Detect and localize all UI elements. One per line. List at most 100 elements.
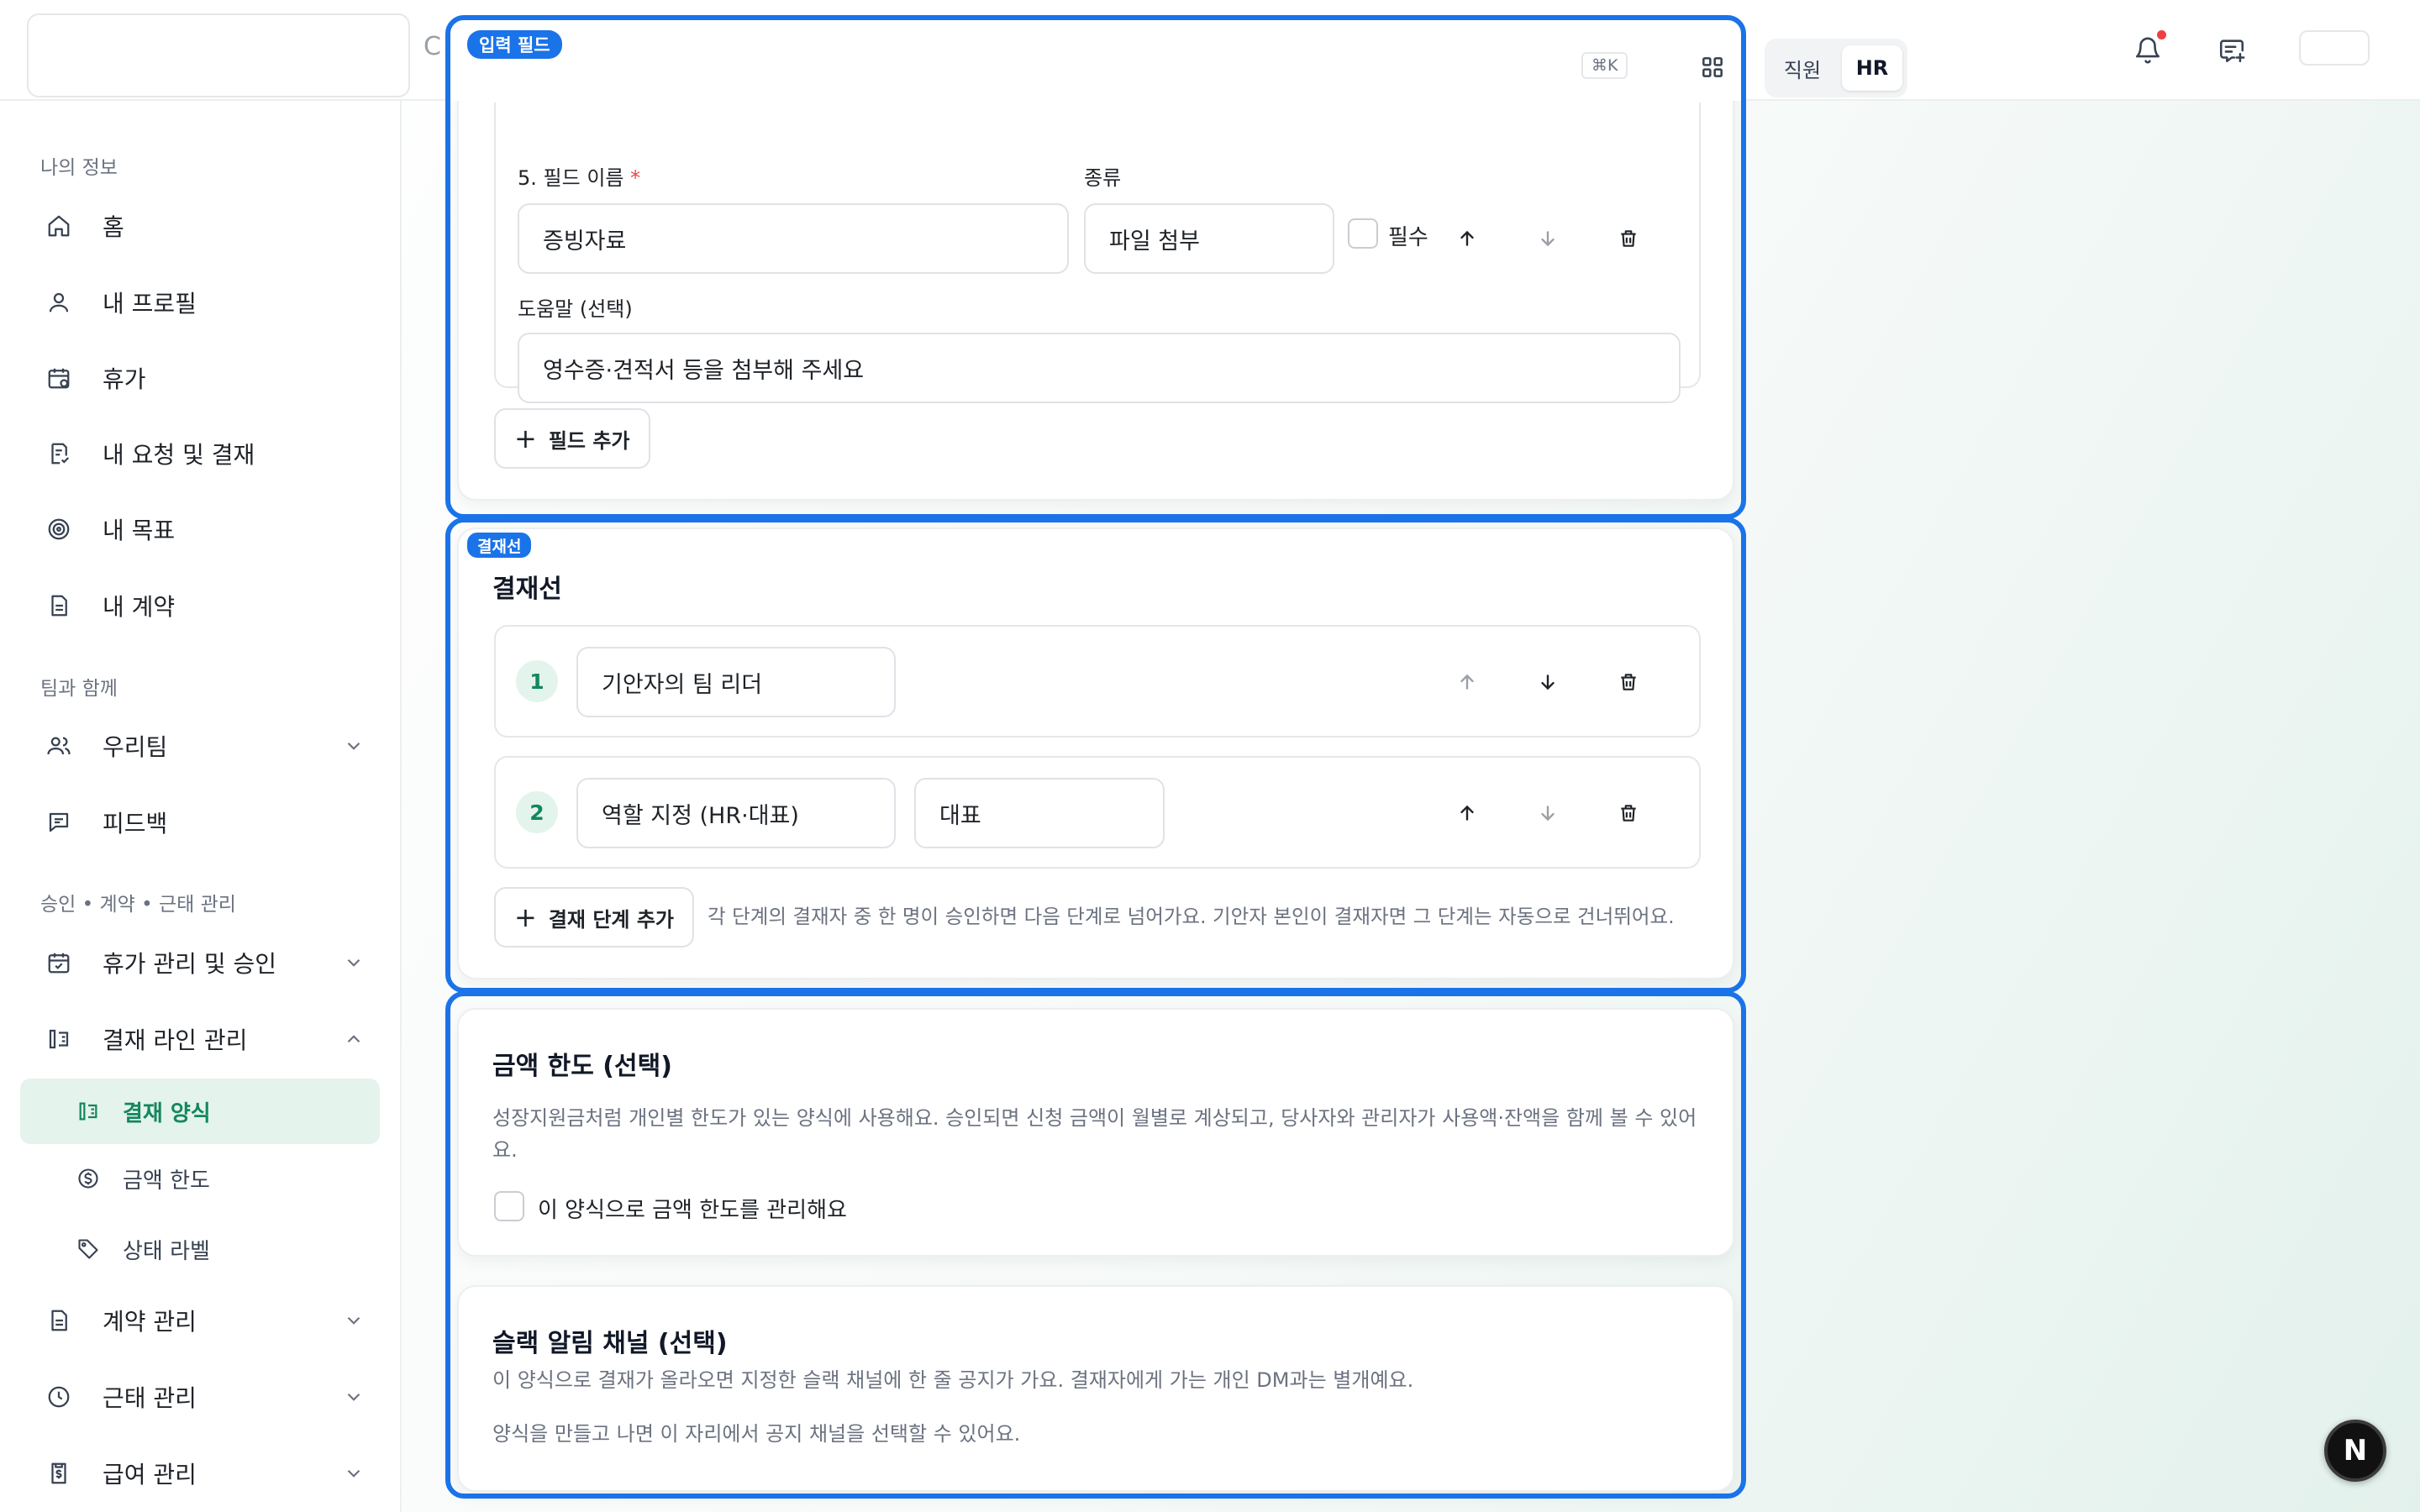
sidebar-item-label: 상태 라벨 xyxy=(123,1238,210,1264)
grid-icon xyxy=(1702,57,1723,77)
delete-step-button[interactable] xyxy=(1610,795,1647,832)
trash-icon xyxy=(1621,674,1636,690)
input-fields-highlight-tag: 입력 필드 xyxy=(467,30,562,59)
sidebar-item-leave-management[interactable]: 휴가 관리 및 승인 xyxy=(20,932,380,994)
delete-field-button[interactable] xyxy=(1610,220,1647,257)
notifications-button[interactable] xyxy=(2121,24,2175,77)
chevron-down-icon xyxy=(347,1316,360,1325)
help-text-label: 도움말 (선택) xyxy=(518,297,633,321)
sidebar-subitem-status-labels[interactable]: 상태 라벨 xyxy=(20,1218,380,1280)
move-up-button[interactable] xyxy=(1449,664,1486,701)
sidebar-item-my-requests[interactable]: 내 요청 및 결재 xyxy=(20,423,380,485)
calendar-check-icon xyxy=(39,950,79,975)
amount-limit-card: 금액 한도 (선택) 성장지원금처럼 개인별 한도가 있는 양식에 사용해요. … xyxy=(457,1008,1734,1257)
dev-indicator-button[interactable]: N xyxy=(2324,1420,2386,1482)
amount-limit-title: 금액 한도 (선택) xyxy=(492,1052,672,1081)
move-down-button[interactable] xyxy=(1529,220,1566,257)
plus-icon: + xyxy=(514,423,537,454)
add-approval-step-button[interactable]: + 결재 단계 추가 xyxy=(494,887,695,948)
field-name-label-text: 5. 필드 이름 xyxy=(518,166,624,190)
sidebar-subitem-amount-limit[interactable]: 금액 한도 xyxy=(20,1147,380,1210)
sidebar-item-leave[interactable]: 휴가 xyxy=(20,347,380,409)
form-icon xyxy=(76,1100,101,1123)
sidebar-item-label: 급여 관리 xyxy=(103,1461,197,1488)
approval-step-2: 2 역할 지정 (HR·대표) 대표 xyxy=(494,756,1701,869)
team-icon xyxy=(39,733,79,759)
move-up-button[interactable] xyxy=(1449,795,1486,832)
role-switcher: 직원 HR xyxy=(1765,39,1907,97)
sidebar-item-label: 결재 라인 관리 xyxy=(103,1026,248,1054)
arrow-up-icon xyxy=(1460,805,1474,821)
sidebar-subitem-approval-forms[interactable]: 결재 양식 xyxy=(20,1079,380,1144)
approval-line-card: 결재선 1 기안자의 팀 리더 2 역할 지정 (HR·대표) 대표 + 결재 … xyxy=(457,528,1734,979)
sidebar-item-contract[interactable]: 내 계약 xyxy=(20,575,380,637)
sidebar-item-home[interactable]: 홈 xyxy=(20,195,380,257)
slack-channel-note: 양식을 만들고 나면 이 자리에서 공지 채널을 선택할 수 있어요. xyxy=(492,1422,1021,1446)
sidebar-item-goals[interactable]: 내 목표 xyxy=(20,498,380,560)
sidebar-item-approval-line[interactable]: 결재 라인 관리 xyxy=(20,1008,380,1070)
apps-button[interactable] xyxy=(1694,49,1731,86)
sidebar-section-my: 나의 정보 xyxy=(40,157,118,179)
move-down-button[interactable] xyxy=(1529,664,1566,701)
document-icon xyxy=(39,593,79,618)
payroll-icon xyxy=(39,1461,79,1486)
sidebar-item-label: 내 요청 및 결재 xyxy=(103,441,255,469)
sidebar-item-attendance[interactable]: 근태 관리 xyxy=(20,1366,380,1428)
workspace-logo-box[interactable] xyxy=(27,13,410,97)
field-type-select[interactable]: 파일 첨부 xyxy=(1084,203,1334,274)
sidebar-section-team: 팀과 함께 xyxy=(40,678,118,700)
sidebar-item-feedback[interactable]: 피드백 xyxy=(20,791,380,853)
sidebar-item-label: 내 목표 xyxy=(103,517,176,544)
delete-step-button[interactable] xyxy=(1610,664,1647,701)
required-mark: * xyxy=(630,166,641,190)
approval-line-icon xyxy=(39,1026,79,1052)
sidebar-item-label: 홈 xyxy=(103,213,124,241)
role-hr-tab[interactable]: HR xyxy=(1842,45,1902,91)
move-down-button[interactable] xyxy=(1529,795,1566,832)
required-checkbox[interactable] xyxy=(1348,218,1378,249)
amount-limit-description: 성장지원금처럼 개인별 한도가 있는 양식에 사용해요. 승인되면 신청 금액이… xyxy=(492,1106,1697,1162)
required-checkbox-label: 필수 xyxy=(1388,225,1428,250)
sidebar-item-our-team[interactable]: 우리팀 xyxy=(20,715,380,777)
sidebar-item-label: 금액 한도 xyxy=(123,1168,210,1194)
contract-icon xyxy=(39,1308,79,1333)
add-field-label: 필드 추가 xyxy=(548,428,630,453)
sidebar-item-label: 내 계약 xyxy=(103,593,176,621)
home-icon xyxy=(39,213,79,239)
feedback-icon xyxy=(39,810,79,835)
chevron-down-icon xyxy=(347,958,360,967)
approval-step-1: 1 기안자의 팀 리더 xyxy=(494,625,1701,738)
sidebar-item-contract-management[interactable]: 계약 관리 xyxy=(20,1289,380,1352)
step-approver-select[interactable]: 기안자의 팀 리더 xyxy=(576,647,896,717)
help-text-input[interactable]: 영수증·견적서 등을 첨부해 주세요 xyxy=(518,333,1681,403)
feedback-compose-button[interactable] xyxy=(2205,24,2259,77)
tag-icon xyxy=(76,1237,101,1261)
field-type-label: 종류 xyxy=(1084,166,1122,190)
sidebar-item-label: 휴가 xyxy=(103,365,146,393)
step-role-select[interactable]: 대표 xyxy=(914,778,1165,848)
step-approver-select[interactable]: 역할 지정 (HR·대표) xyxy=(576,778,896,848)
calendar-icon xyxy=(39,365,79,391)
step-number-badge: 2 xyxy=(516,791,558,833)
sidebar-item-profile[interactable]: 내 프로필 xyxy=(20,271,380,333)
sidebar-item-payroll[interactable]: 급여 관리 xyxy=(20,1442,380,1504)
sidebar-item-label: 결재 양식 xyxy=(123,1100,211,1126)
message-plus-icon xyxy=(2219,39,2245,63)
user-menu-button[interactable] xyxy=(2299,30,2370,66)
chevron-down-icon xyxy=(347,1393,360,1401)
approval-line-title: 결재선 xyxy=(492,575,562,604)
notification-dot xyxy=(2157,30,2166,39)
field-name-input[interactable]: 증빙자료 xyxy=(518,203,1069,274)
sidebar-item-label: 휴가 관리 및 승인 xyxy=(103,950,277,978)
chevron-down-icon xyxy=(347,742,360,750)
target-icon xyxy=(39,517,79,542)
move-up-button[interactable] xyxy=(1449,220,1486,257)
user-icon xyxy=(39,290,79,315)
sidebar-item-label: 우리팀 xyxy=(103,733,168,761)
role-employee-tab[interactable]: 직원 xyxy=(1765,39,1840,97)
add-field-button[interactable]: + 필드 추가 xyxy=(494,408,650,469)
sidebar-item-label: 계약 관리 xyxy=(103,1308,197,1336)
sidebar-item-label: 근태 관리 xyxy=(103,1384,197,1412)
amount-limit-checkbox[interactable] xyxy=(494,1191,524,1221)
step-number-badge: 1 xyxy=(516,660,558,702)
